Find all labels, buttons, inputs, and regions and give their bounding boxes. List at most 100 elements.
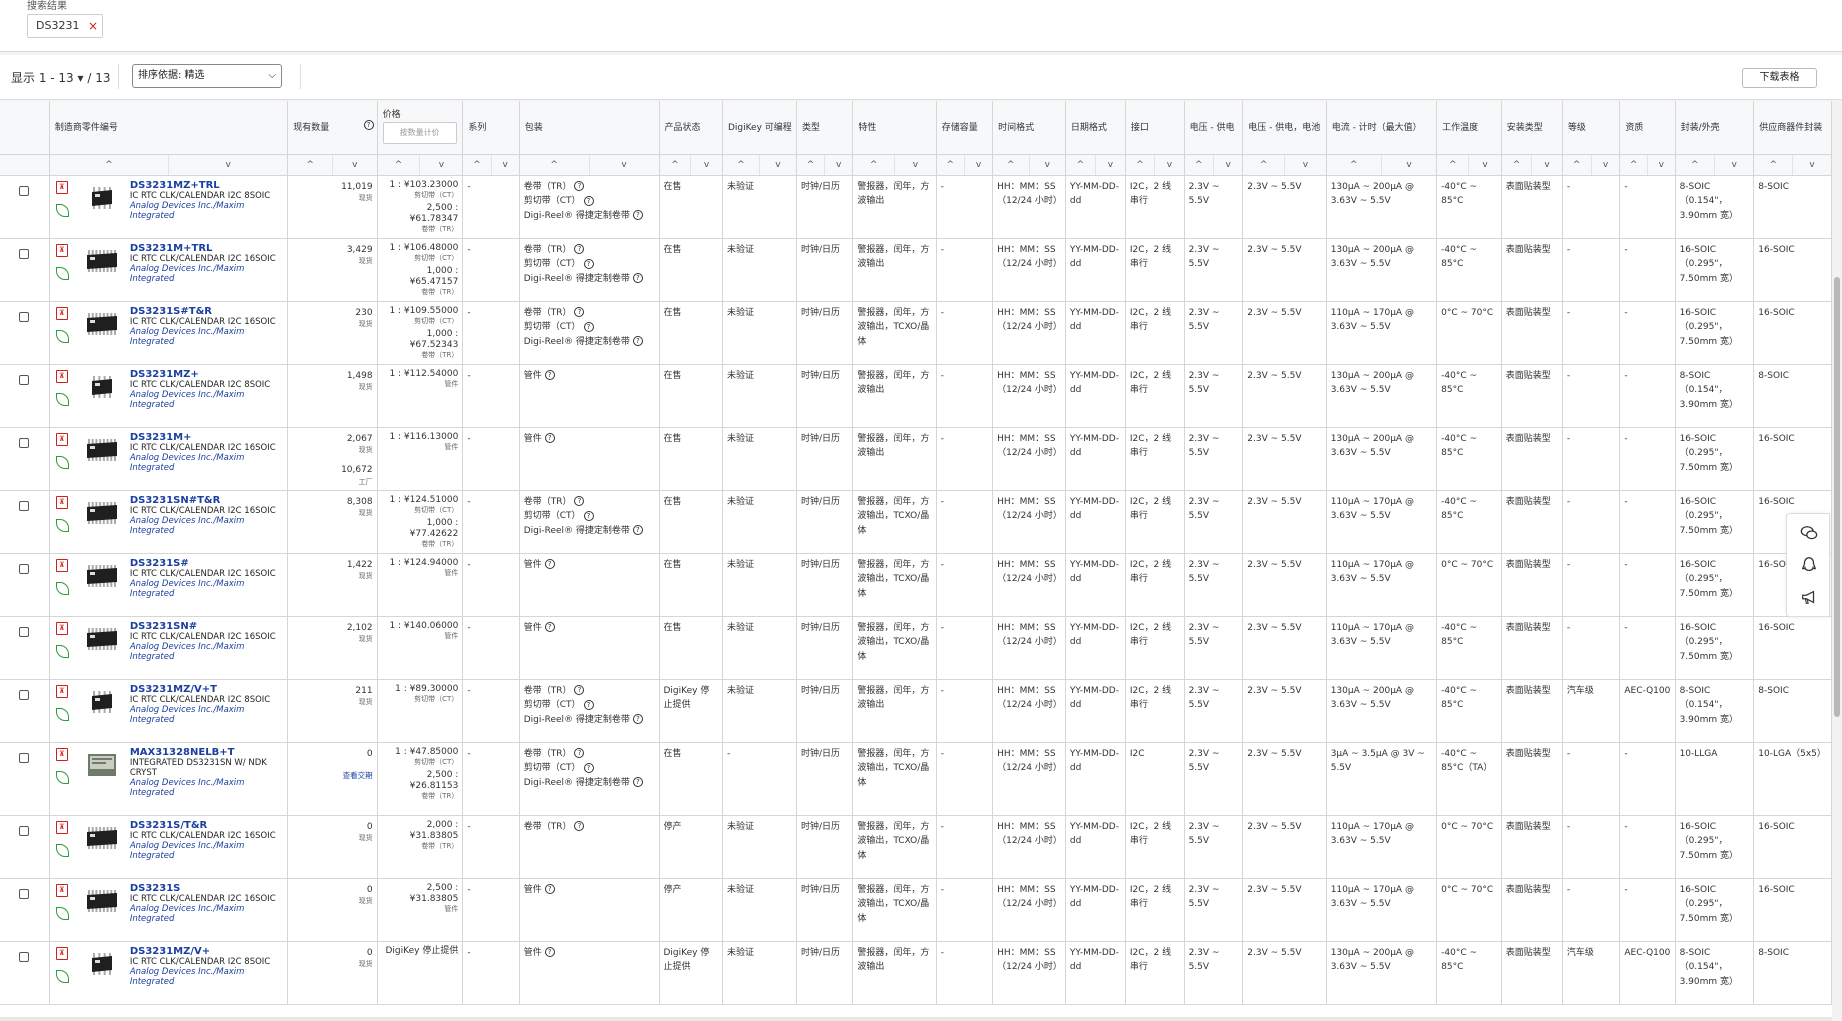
- help-icon[interactable]: ?: [583, 699, 594, 710]
- sort-descending-icon[interactable]: v: [331, 154, 377, 175]
- help-icon[interactable]: ?: [632, 525, 643, 535]
- help-icon[interactable]: ?: [583, 195, 594, 206]
- col-header-packaging[interactable]: 包装: [519, 101, 660, 155]
- col-header-type[interactable]: 类型: [796, 101, 854, 155]
- part-number-link[interactable]: DS3231S: [130, 883, 283, 894]
- sort-descending-icon[interactable]: v: [1094, 154, 1125, 175]
- manufacturer-link[interactable]: Analog Devices Inc./Maxim Integrated: [130, 390, 283, 411]
- sort-descending-icon[interactable]: v: [1590, 154, 1620, 175]
- col-header-temperature[interactable]: 工作温度: [1436, 101, 1502, 155]
- part-number-link[interactable]: DS3231MZ+: [130, 369, 283, 380]
- help-icon[interactable]: ?: [574, 821, 585, 831]
- manufacturer-link[interactable]: Analog Devices Inc./Maxim Integrated: [130, 642, 283, 663]
- pdf-icon[interactable]: ⊼: [55, 946, 68, 960]
- sort-ascending-icon[interactable]: ^: [1563, 155, 1591, 175]
- pdf-icon[interactable]: ⊼: [55, 558, 68, 572]
- sort-descending-icon[interactable]: v: [894, 154, 936, 175]
- col-header-case[interactable]: 封装/外壳: [1675, 101, 1755, 155]
- chip-remove-icon[interactable]: ×: [88, 15, 98, 37]
- help-icon[interactable]: ?: [632, 336, 643, 346]
- row-checkbox[interactable]: [19, 752, 30, 763]
- vertical-scrollbar[interactable]: [1832, 101, 1842, 1017]
- col-header-grade[interactable]: 等级: [1562, 101, 1621, 155]
- help-icon[interactable]: ?: [632, 714, 643, 724]
- wechat-icon[interactable]: [1800, 524, 1818, 542]
- help-icon[interactable]: ?: [583, 258, 594, 269]
- col-header-current[interactable]: 电流 - 计时（最大值）: [1326, 101, 1438, 155]
- sort-descending-icon[interactable]: v: [1380, 154, 1436, 175]
- part-number-link[interactable]: MAX31328NELB+T: [130, 747, 283, 758]
- sort-descending-icon[interactable]: v: [588, 154, 659, 175]
- manufacturer-link[interactable]: Analog Devices Inc./Maxim Integrated: [130, 201, 283, 222]
- manufacturer-link[interactable]: Analog Devices Inc./Maxim Integrated: [130, 516, 283, 537]
- col-header-part-number[interactable]: 制造商零件编号: [49, 101, 289, 155]
- help-icon[interactable]: ?: [544, 559, 555, 569]
- download-table-button[interactable]: 下载表格: [1742, 68, 1817, 88]
- sort-descending-icon[interactable]: v: [824, 154, 852, 175]
- col-header-programmable[interactable]: DigiKey 可编程: [722, 101, 797, 155]
- help-icon[interactable]: ?: [583, 321, 594, 332]
- sort-ascending-icon[interactable]: ^: [1437, 155, 1468, 175]
- sort-descending-icon[interactable]: v: [419, 154, 462, 175]
- col-header-series[interactable]: 系列: [462, 101, 520, 155]
- col-header-supplier-package[interactable]: 供应商器件封装: [1753, 101, 1832, 155]
- col-header-price[interactable]: 价格 按数量计价: [377, 101, 464, 155]
- col-header-qualification[interactable]: 资质: [1619, 101, 1676, 155]
- row-checkbox[interactable]: [19, 311, 30, 322]
- manufacturer-link[interactable]: Analog Devices Inc./Maxim Integrated: [130, 453, 283, 474]
- col-header-date-format[interactable]: 日期格式: [1065, 101, 1126, 155]
- sort-descending-icon[interactable]: v: [1713, 154, 1753, 175]
- col-header-status[interactable]: 产品状态: [659, 101, 723, 155]
- sort-ascending-icon[interactable]: ^: [1754, 155, 1792, 175]
- filter-chip[interactable]: DS3231 ×: [27, 14, 103, 38]
- help-icon[interactable]: ?: [363, 120, 374, 130]
- pdf-icon[interactable]: ⊼: [55, 180, 68, 194]
- horizontal-scrollbar[interactable]: [0, 1017, 1832, 1021]
- row-checkbox[interactable]: [19, 563, 30, 574]
- manufacturer-link[interactable]: Analog Devices Inc./Maxim Integrated: [130, 904, 283, 925]
- part-number-link[interactable]: DS3231S/T&R: [130, 820, 283, 831]
- help-icon[interactable]: ?: [583, 510, 594, 521]
- sort-ascending-icon[interactable]: ^: [1243, 155, 1284, 175]
- help-icon[interactable]: ?: [544, 884, 555, 894]
- help-icon[interactable]: ?: [574, 748, 585, 758]
- manufacturer-link[interactable]: Analog Devices Inc./Maxim Integrated: [130, 841, 283, 862]
- pdf-icon[interactable]: ⊼: [55, 306, 68, 320]
- sort-descending-icon[interactable]: v: [1212, 154, 1242, 175]
- sort-ascending-icon[interactable]: ^: [1126, 155, 1154, 175]
- help-icon[interactable]: ?: [574, 307, 585, 317]
- col-header-features[interactable]: 特性: [852, 101, 937, 155]
- row-checkbox[interactable]: [19, 888, 30, 899]
- sort-descending-icon[interactable]: v: [1646, 154, 1675, 175]
- sort-ascending-icon[interactable]: ^: [660, 155, 691, 175]
- row-checkbox[interactable]: [19, 437, 30, 448]
- scrollbar-thumb[interactable]: [1834, 277, 1840, 717]
- sort-descending-icon[interactable]: v: [1531, 154, 1562, 175]
- sort-descending-icon[interactable]: v: [963, 154, 992, 175]
- part-number-link[interactable]: DS3231SN#T&R: [130, 495, 283, 506]
- col-header-time-format[interactable]: 时间格式: [992, 101, 1066, 155]
- part-number-link[interactable]: DS3231MZ+TRL: [130, 180, 283, 191]
- sort-descending-icon[interactable]: v: [168, 154, 287, 175]
- sort-ascending-icon[interactable]: ^: [1185, 155, 1213, 175]
- pdf-icon[interactable]: ⊼: [55, 747, 68, 761]
- manufacturer-link[interactable]: Analog Devices Inc./Maxim Integrated: [130, 264, 283, 285]
- sort-descending-icon[interactable]: v: [1468, 154, 1500, 175]
- sort-ascending-icon[interactable]: ^: [1502, 155, 1532, 175]
- col-header-interface[interactable]: 接口: [1125, 101, 1185, 155]
- sort-ascending-icon[interactable]: ^: [50, 155, 168, 175]
- help-icon[interactable]: ?: [574, 496, 585, 506]
- sort-select[interactable]: 排序依据: 精选 ⌵: [132, 64, 282, 88]
- help-icon[interactable]: ?: [583, 762, 594, 773]
- manufacturer-link[interactable]: Analog Devices Inc./Maxim Integrated: [130, 705, 283, 726]
- help-icon[interactable]: ?: [632, 273, 643, 283]
- sort-ascending-icon[interactable]: ^: [723, 155, 759, 175]
- part-number-link[interactable]: DS3231S#T&R: [130, 306, 283, 317]
- col-header-memory[interactable]: 存储容量: [936, 101, 994, 155]
- sort-descending-icon[interactable]: v: [1792, 154, 1831, 175]
- sort-ascending-icon[interactable]: ^: [993, 155, 1028, 175]
- pdf-icon[interactable]: ⊼: [55, 243, 68, 257]
- sort-descending-icon[interactable]: v: [1028, 154, 1065, 175]
- sort-ascending-icon[interactable]: ^: [937, 155, 964, 175]
- manufacturer-link[interactable]: Analog Devices Inc./Maxim Integrated: [130, 327, 283, 348]
